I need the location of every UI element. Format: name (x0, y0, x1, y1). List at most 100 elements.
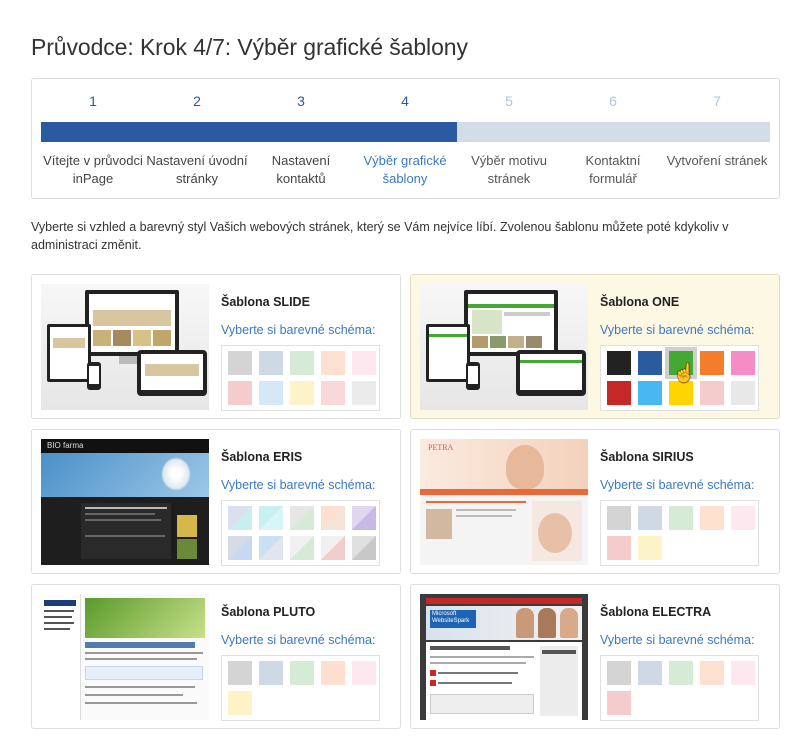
color-swatch[interactable] (638, 351, 662, 375)
color-scheme-picker (221, 345, 380, 411)
template-name: Šablona SIRIUS (600, 450, 694, 464)
color-swatch[interactable] (321, 536, 345, 560)
color-swatch[interactable] (638, 381, 662, 405)
template-card-one[interactable]: Šablona ONE Vyberte si barevné schéma: ☝ (410, 274, 780, 419)
color-swatch[interactable] (352, 381, 376, 405)
step-number-4[interactable]: 4 (353, 93, 457, 109)
color-swatch[interactable] (290, 506, 314, 530)
template-thumbnail-electra[interactable]: Microsoft WebsiteSpark (420, 594, 588, 720)
step-number-5: 5 (505, 93, 513, 109)
step-label-7: Vytvoření stránek (666, 153, 768, 168)
color-swatch[interactable] (700, 506, 724, 530)
color-swatch[interactable] (638, 661, 662, 685)
color-swatch[interactable] (731, 661, 755, 685)
color-scheme-picker (221, 500, 380, 566)
step-number-6: 6 (609, 93, 617, 109)
step-number-3[interactable]: 3 (249, 93, 353, 109)
color-swatch[interactable] (700, 381, 724, 405)
step-number-1[interactable]: 1 (41, 93, 145, 109)
step-number-2[interactable]: 2 (145, 93, 249, 109)
scheme-label: Vyberte si barevné schéma: (221, 633, 376, 647)
color-swatch[interactable] (352, 506, 376, 530)
color-swatch[interactable] (228, 691, 252, 715)
scheme-label: Vyberte si barevné schéma: (600, 323, 755, 337)
color-swatch[interactable] (700, 351, 724, 375)
color-swatch[interactable] (259, 661, 283, 685)
color-swatch[interactable] (731, 381, 755, 405)
color-scheme-picker (600, 655, 759, 721)
template-name: Šablona PLUTO (221, 605, 316, 619)
template-card-pluto[interactable]: Šablona PLUTO Vyberte si barevné schéma: (31, 584, 401, 729)
scheme-label: Vyberte si barevné schéma: (600, 478, 755, 492)
color-swatch[interactable] (607, 381, 631, 405)
color-swatch[interactable] (290, 536, 314, 560)
electra-brand: Microsoft WebsiteSpark (432, 611, 470, 624)
step-label-5: Výběr motivu stránek (471, 153, 547, 186)
template-name: Šablona ONE (600, 295, 680, 309)
color-swatch[interactable] (228, 536, 252, 560)
hand-pointer-icon: ☝ (673, 363, 696, 383)
color-swatch[interactable] (290, 661, 314, 685)
intro-text: Vyberte si vzhled a barevný styl Vašich … (31, 220, 729, 252)
color-swatch[interactable] (669, 506, 693, 530)
color-swatch[interactable] (700, 661, 724, 685)
color-swatch[interactable] (290, 381, 314, 405)
scheme-label: Vyberte si barevné schéma: (221, 323, 376, 337)
step-label-1[interactable]: Vítejte v průvodci inPage (41, 152, 145, 188)
color-swatch[interactable] (352, 536, 376, 560)
step-label-2[interactable]: Nastavení úvodní stránky (145, 152, 249, 188)
wizard-stepper: 1 2 3 4 5 6 7 Vítejte v průvodci inPage … (31, 78, 780, 199)
color-swatch[interactable] (352, 661, 376, 685)
color-swatch[interactable] (607, 351, 631, 375)
color-swatch[interactable] (228, 381, 252, 405)
color-scheme-picker (600, 500, 759, 566)
color-swatch[interactable] (731, 506, 755, 530)
color-swatch[interactable] (352, 351, 376, 375)
scheme-label: Vyberte si barevné schéma: (600, 633, 755, 647)
color-swatch[interactable] (321, 506, 345, 530)
color-swatch[interactable] (228, 506, 252, 530)
eris-brand: BIO farma (47, 441, 84, 450)
page-title: Průvodce: Krok 4/7: Výběr grafické šablo… (31, 34, 468, 60)
template-thumbnail-sirius[interactable]: PETRA (420, 439, 588, 565)
color-swatch[interactable] (607, 536, 631, 560)
template-thumbnail-slide[interactable] (41, 284, 209, 410)
color-swatch[interactable] (638, 506, 662, 530)
color-swatch[interactable] (607, 691, 631, 715)
template-card-electra[interactable]: Microsoft WebsiteSpark Šablona ELECTRA V… (410, 584, 780, 729)
color-swatch[interactable] (259, 506, 283, 530)
sirius-brand: PETRA (428, 443, 454, 452)
color-swatch[interactable] (228, 661, 252, 685)
color-swatch[interactable] (321, 661, 345, 685)
step-label-6: Kontaktní formulář (585, 153, 641, 186)
wizard-progress-bar (41, 122, 770, 142)
color-swatch[interactable] (638, 536, 662, 560)
color-swatch[interactable] (669, 381, 693, 405)
color-swatch[interactable] (259, 536, 283, 560)
color-swatch[interactable] (290, 351, 314, 375)
color-swatch[interactable] (259, 351, 283, 375)
template-thumbnail-one[interactable] (420, 284, 588, 410)
color-swatch[interactable] (669, 661, 693, 685)
scheme-label: Vyberte si barevné schéma: (221, 478, 376, 492)
color-scheme-picker (221, 655, 380, 721)
step-number-7: 7 (713, 93, 721, 109)
color-swatch[interactable] (607, 661, 631, 685)
template-thumbnail-eris[interactable]: BIO farma (41, 439, 209, 565)
color-swatch[interactable] (321, 351, 345, 375)
color-swatch[interactable] (228, 351, 252, 375)
color-swatch[interactable] (607, 506, 631, 530)
step-label-4[interactable]: Výběr grafické šablony (353, 152, 457, 188)
template-card-slide[interactable]: Šablona SLIDE Vyberte si barevné schéma: (31, 274, 401, 419)
template-name: Šablona ELECTRA (600, 605, 712, 619)
step-label-3[interactable]: Nastavení kontaktů (249, 152, 353, 188)
color-swatch[interactable] (321, 381, 345, 405)
template-card-sirius[interactable]: PETRA Šablona SIRIUS Vyberte si barevné … (410, 429, 780, 574)
template-card-eris[interactable]: BIO farma Šablona ERIS Vyberte si barevn… (31, 429, 401, 574)
color-swatch[interactable] (731, 351, 755, 375)
color-swatch[interactable] (259, 381, 283, 405)
template-thumbnail-pluto[interactable] (41, 594, 209, 720)
wizard-progress-fill (41, 122, 458, 142)
template-name: Šablona SLIDE (221, 295, 310, 309)
template-name: Šablona ERIS (221, 450, 303, 464)
